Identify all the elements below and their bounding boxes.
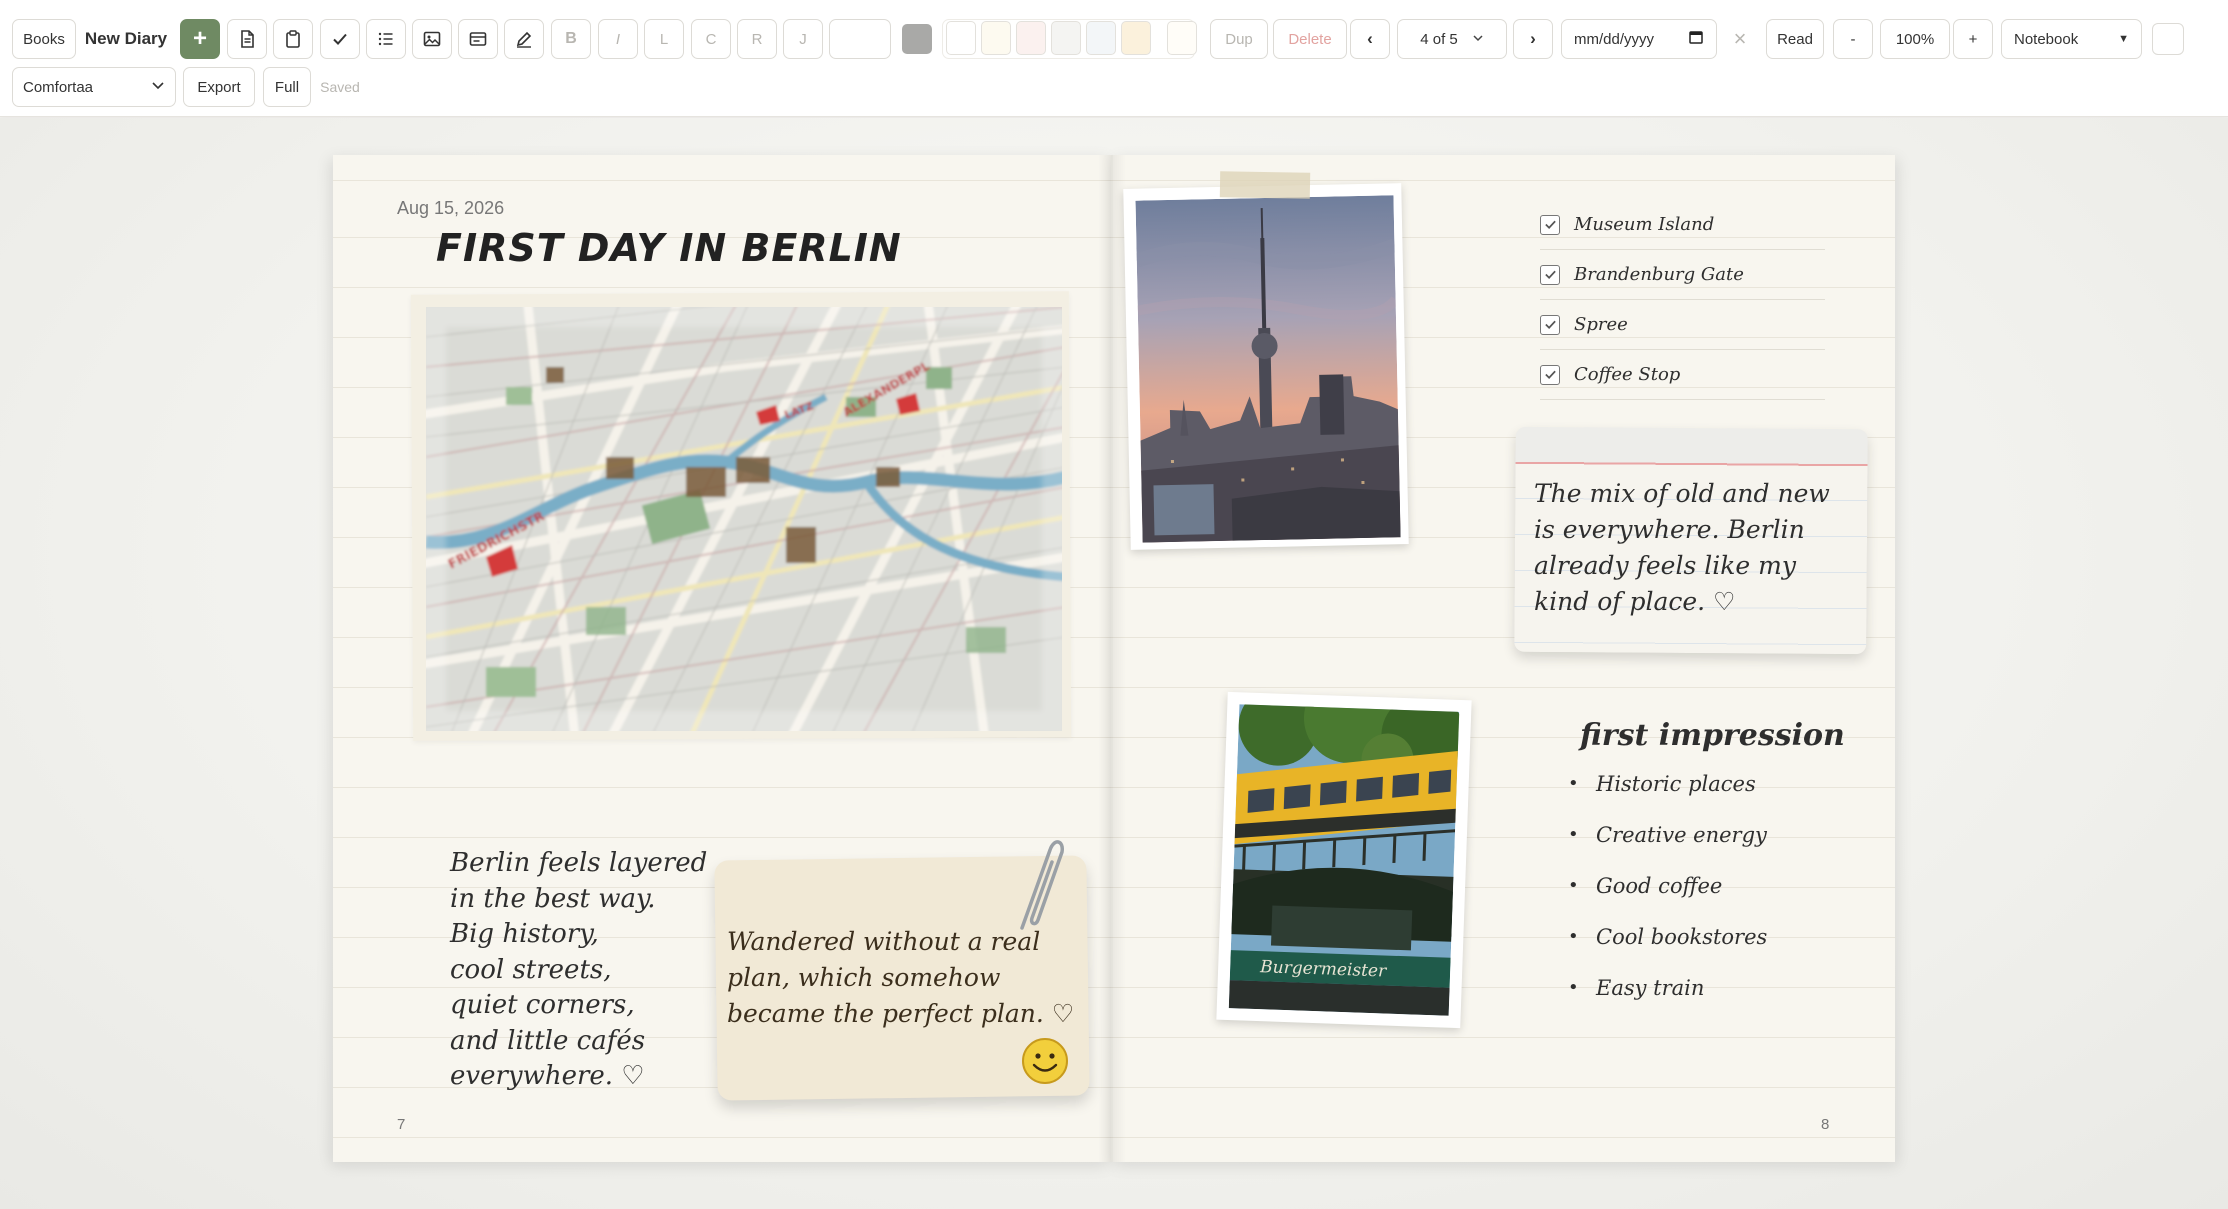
delete-button[interactable]: Delete [1273, 19, 1347, 59]
list-item[interactable]: Easy train [1568, 962, 1767, 1013]
note-line: cool streets, [450, 954, 612, 985]
date-input[interactable]: mm/dd/yyyy [1561, 19, 1717, 59]
checklist-label: Museum Island [1574, 214, 1715, 235]
sightseeing-checklist[interactable]: Museum Island Brandenburg Gate Spree Cof… [1540, 200, 1825, 400]
note-line: Big history, [450, 919, 599, 949]
new-page-icon[interactable] [227, 19, 267, 59]
list-item[interactable]: Good coffee [1568, 860, 1767, 911]
export-button[interactable]: Export [183, 67, 255, 107]
checkbox-checked-icon[interactable] [1540, 214, 1560, 235]
zoom-in-button[interactable]: + [1953, 19, 1993, 59]
color-swatch-cream[interactable] [981, 21, 1011, 55]
entry-date[interactable]: Aug 15, 2026 [397, 198, 504, 219]
text-color-swatch[interactable] [902, 24, 932, 54]
chevron-down-icon [151, 78, 165, 96]
tape-strip [1219, 171, 1311, 199]
note-line: and little cafés [450, 1025, 646, 1056]
checklist-label: Spree [1574, 314, 1628, 335]
note-line: in the best way. [450, 883, 656, 914]
checkbox-checked-icon[interactable] [1540, 264, 1560, 285]
list-item[interactable]: Cool bookstores [1568, 911, 1767, 962]
theme-select-value: Notebook [2014, 30, 2079, 48]
checklist-item[interactable]: Brandenburg Gate [1540, 250, 1825, 300]
font-select-value: Comfortaa [23, 78, 94, 96]
bold-button[interactable]: B [551, 19, 591, 59]
next-page-button[interactable]: › [1513, 19, 1553, 59]
color-swatch-gray[interactable] [1051, 21, 1081, 55]
theme-select[interactable]: Notebook ▼ [2001, 19, 2142, 59]
card-icon[interactable] [458, 19, 498, 59]
color-swatch-peach[interactable] [1121, 21, 1151, 55]
smiley-icon [1022, 1038, 1068, 1084]
books-button[interactable]: Books [12, 19, 76, 59]
book-gutter [1098, 155, 1126, 1162]
clipboard-icon[interactable] [273, 19, 313, 59]
date-input-placeholder: mm/dd/yyyy [1574, 30, 1655, 48]
zoom-level: 100% [1880, 19, 1950, 59]
clear-date-button[interactable]: × [1722, 19, 1758, 59]
entry-title[interactable]: FIRST DAY IN BERLIN [436, 226, 902, 270]
toolbar: Books New Diary + B I L C R J Dup Delete… [0, 0, 2228, 117]
color-swatch-ivory[interactable] [1167, 21, 1197, 55]
list-item[interactable]: Historic places [1568, 758, 1767, 809]
image-icon[interactable] [412, 19, 452, 59]
page-color-button[interactable] [2152, 23, 2184, 55]
paperclip-icon [1020, 840, 1064, 930]
train-photo: Burgermeister [1228, 704, 1460, 1016]
list-item[interactable]: Creative energy [1568, 809, 1767, 860]
page-select[interactable]: 4 of 5 [1397, 19, 1507, 59]
align-left-button[interactable]: L [644, 19, 684, 59]
font-size-input[interactable] [829, 19, 891, 59]
add-page-button[interactable]: + [180, 19, 220, 59]
italic-button[interactable]: I [598, 19, 638, 59]
impression-list[interactable]: Historic places Creative energy Good cof… [1568, 758, 1767, 1013]
checklist-icon[interactable] [320, 19, 360, 59]
tv-tower-photo [1135, 195, 1401, 543]
calendar-icon[interactable] [1688, 29, 1704, 49]
align-justify-button[interactable]: J [783, 19, 823, 59]
checkbox-checked-icon[interactable] [1540, 364, 1560, 385]
lined-note-text[interactable]: The mix of old and new is everywhere. Be… [1534, 476, 1854, 620]
color-swatch-blush[interactable] [1016, 21, 1046, 55]
checkbox-checked-icon[interactable] [1540, 314, 1560, 335]
checklist-item[interactable]: Museum Island [1540, 200, 1825, 250]
align-right-button[interactable]: R [737, 19, 777, 59]
berlin-map-photo[interactable]: FRIEDRICHSTR ALEXANDERPL LATZ [426, 307, 1062, 731]
read-mode-button[interactable]: Read [1766, 19, 1824, 59]
page-number-right: 8 [1821, 1116, 1830, 1133]
checklist-item[interactable]: Spree [1540, 300, 1825, 350]
duplicate-button[interactable]: Dup [1210, 19, 1268, 59]
tv-tower-polaroid[interactable] [1123, 183, 1409, 550]
font-select[interactable]: Comfortaa [12, 67, 176, 107]
fullscreen-button[interactable]: Full [263, 67, 311, 107]
color-swatch-blue[interactable] [1086, 21, 1116, 55]
align-center-button[interactable]: C [691, 19, 731, 59]
train-polaroid[interactable]: Burgermeister [1216, 691, 1472, 1029]
checklist-label: Coffee Stop [1574, 364, 1681, 385]
note-line: Berlin feels layered [450, 848, 708, 878]
chevron-down-icon [1472, 32, 1484, 47]
prev-page-button[interactable]: ‹ [1350, 19, 1390, 59]
diary-title: New Diary [84, 29, 168, 48]
color-swatch-white[interactable] [946, 21, 976, 55]
impression-heading[interactable]: first impression [1580, 718, 1845, 753]
save-status: Saved [320, 79, 360, 95]
sticky-note-text[interactable]: Wandered without a real plan, which some… [727, 924, 1077, 1032]
checklist-label: Brandenburg Gate [1574, 264, 1744, 285]
page-number-left: 7 [397, 1116, 406, 1133]
caret-down-icon: ▼ [2118, 33, 2129, 45]
zoom-out-button[interactable]: - [1833, 19, 1873, 59]
note-line: quiet corners, [450, 990, 635, 1020]
bullet-list-icon[interactable] [366, 19, 406, 59]
pen-icon[interactable] [504, 19, 544, 59]
checklist-item[interactable]: Coffee Stop [1540, 350, 1825, 400]
left-note[interactable]: Berlin feels layered in the best way. Bi… [450, 846, 710, 1095]
note-line: everywhere. ♡ [450, 1061, 645, 1091]
page-indicator: 4 of 5 [1420, 30, 1458, 48]
